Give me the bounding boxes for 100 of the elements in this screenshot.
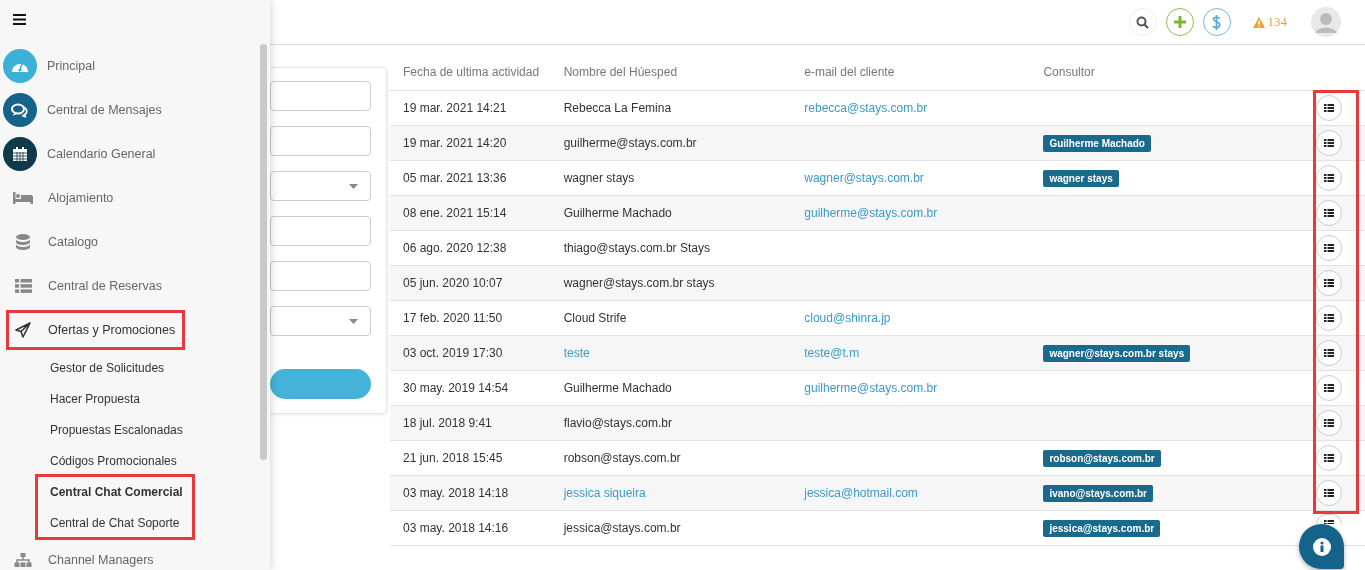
- input-field[interactable]: [270, 81, 371, 111]
- table-cell: flavio@stays.com.br: [563, 416, 672, 430]
- actions-button[interactable]: [1315, 235, 1342, 261]
- table-cell: 30 may. 2019 14:54: [403, 381, 509, 395]
- actions-button[interactable]: [1315, 270, 1342, 296]
- warning-icon: [1252, 16, 1265, 28]
- consultant-tag: jessica@stays.com.br: [1043, 520, 1161, 537]
- table-cell: wagner stays: [563, 171, 635, 185]
- submenu-item[interactable]: Hacer Propuesta: [0, 383, 270, 414]
- table-cell: 05 jun. 2020 10:07: [403, 276, 503, 290]
- actions-button[interactable]: [1315, 305, 1342, 331]
- submenu-item[interactable]: Propuestas Escalonadas: [0, 414, 270, 445]
- list-icon: [1323, 314, 1334, 322]
- sidebar-item[interactable]: Ofertas y Promociones: [6, 310, 185, 350]
- database-icon: [16, 234, 30, 250]
- email-link[interactable]: cloud@shinra.jp: [804, 311, 891, 325]
- list-icon: [1323, 279, 1334, 287]
- list-icon: [14, 279, 32, 293]
- actions-button[interactable]: [1315, 165, 1342, 191]
- list-icon: [1323, 209, 1334, 217]
- table-cell: 19 mar. 2021 14:21: [403, 101, 507, 115]
- dollar-icon: [1212, 14, 1221, 30]
- table-cell: robson@stays.com.br: [563, 451, 681, 465]
- plus-icon: [1173, 16, 1186, 28]
- actions-button[interactable]: [1315, 95, 1342, 121]
- table-cell: 17 feb. 2020 11:50: [403, 311, 503, 325]
- paper-plane-icon: [15, 322, 31, 338]
- table-cell: guilherme@stays.com.br: [563, 136, 697, 150]
- actions-button[interactable]: [1315, 410, 1342, 436]
- caret-icon: [349, 318, 358, 324]
- payment-button[interactable]: [1202, 8, 1231, 36]
- select-field[interactable]: [270, 306, 371, 336]
- consultant-tag: wagner@stays.com.br stays: [1043, 345, 1191, 362]
- bed-icon: [13, 192, 33, 204]
- consultant-tag: Guilherme Machado: [1043, 135, 1151, 152]
- sitemap-icon: [14, 553, 32, 567]
- list-icon: [1323, 454, 1334, 462]
- list-icon: [1323, 419, 1334, 427]
- table-cell: 03 oct. 2019 17:30: [403, 346, 503, 360]
- email-link[interactable]: teste@t.m: [804, 346, 860, 360]
- table-cell: 08 ene. 2021 15:14: [403, 206, 507, 220]
- table-cell: 05 mar. 2021 13:36: [403, 171, 507, 185]
- info-icon: [1312, 537, 1331, 556]
- sidebar-item[interactable]: Central de Mensajes: [0, 88, 270, 132]
- email-link[interactable]: jessica@hotmail.com: [804, 486, 918, 500]
- submenu-item[interactable]: Gestor de Solicitudes: [0, 352, 270, 383]
- input-field[interactable]: [270, 216, 371, 246]
- list-icon: [1323, 349, 1334, 357]
- scrollbar[interactable]: [260, 44, 267, 460]
- caret-icon: [349, 183, 358, 189]
- table-cell: 06 ago. 2020 12:38: [403, 241, 507, 255]
- actions-button[interactable]: [1315, 200, 1342, 226]
- list-icon: [1323, 520, 1334, 524]
- email-link[interactable]: wagner@stays.com.br: [804, 171, 924, 185]
- sidebar-item[interactable]: Catalogo: [0, 220, 270, 264]
- table-cell: 03 may. 2018 14:18: [403, 486, 509, 500]
- calendar-icon: [12, 146, 28, 162]
- select-field[interactable]: [270, 171, 371, 201]
- guest-link[interactable]: jessica siqueira: [563, 486, 646, 500]
- actions-button[interactable]: [1315, 480, 1342, 506]
- table-cell: wagner@stays.com.br stays: [563, 276, 715, 290]
- input-field[interactable]: [270, 261, 371, 291]
- actions-button[interactable]: [1315, 375, 1342, 401]
- column-header[interactable]: e-mail del cliente: [791, 53, 1031, 91]
- info-button[interactable]: [1299, 524, 1344, 569]
- actions-button[interactable]: [1315, 340, 1342, 366]
- actions-button[interactable]: [1315, 130, 1342, 156]
- email-link[interactable]: rebecca@stays.com.br: [804, 101, 928, 115]
- table-cell: 19 mar. 2021 14:20: [403, 136, 507, 150]
- column-header[interactable]: Fecha de ultima actividad: [390, 53, 551, 91]
- actions-button[interactable]: [1315, 445, 1342, 471]
- chat-icon: [11, 102, 29, 118]
- consultant-tag: ivano@stays.com.br: [1043, 485, 1153, 502]
- sidebar-item[interactable]: Channel Managers: [0, 538, 270, 570]
- consultant-tag: robson@stays.com.br: [1043, 450, 1161, 467]
- submenu-item[interactable]: Central Chat Comercial: [37, 476, 193, 507]
- sidebar-item[interactable]: Central de Reservas: [0, 264, 270, 308]
- sidebar-item[interactable]: Calendario General: [0, 132, 270, 176]
- guest-link[interactable]: teste: [563, 346, 590, 360]
- table-cell: 21 jun. 2018 15:45: [403, 451, 503, 465]
- menu-icon[interactable]: [13, 14, 26, 25]
- table-cell: Guilherme Machado: [563, 206, 672, 220]
- search-icon: [1136, 15, 1149, 29]
- sidebar-item[interactable]: Alojamiento: [0, 176, 270, 220]
- column-header[interactable]: Nombre del Húesped: [550, 53, 792, 91]
- column-header[interactable]: Consultor: [1030, 53, 1310, 91]
- actions-button[interactable]: [1315, 514, 1342, 524]
- list-icon: [1323, 139, 1334, 147]
- search-button[interactable]: [1128, 8, 1157, 36]
- submenu-item[interactable]: Códigos Promocionales: [0, 445, 270, 476]
- email-link[interactable]: guilherme@stays.com.br: [804, 381, 938, 395]
- table-cell: Cloud Strife: [563, 311, 627, 325]
- table-cell: jessica@stays.com.br: [563, 521, 681, 535]
- submenu-item[interactable]: Central de Chat Soporte: [37, 507, 193, 538]
- list-icon: [1323, 244, 1334, 252]
- table-cell: 18 jul. 2018 9:41: [403, 416, 492, 430]
- input-field[interactable]: [270, 126, 371, 156]
- table-cell: Guilherme Machado: [563, 381, 672, 395]
- list-icon: [1323, 104, 1334, 112]
- sidebar-item[interactable]: Principal: [0, 44, 270, 88]
